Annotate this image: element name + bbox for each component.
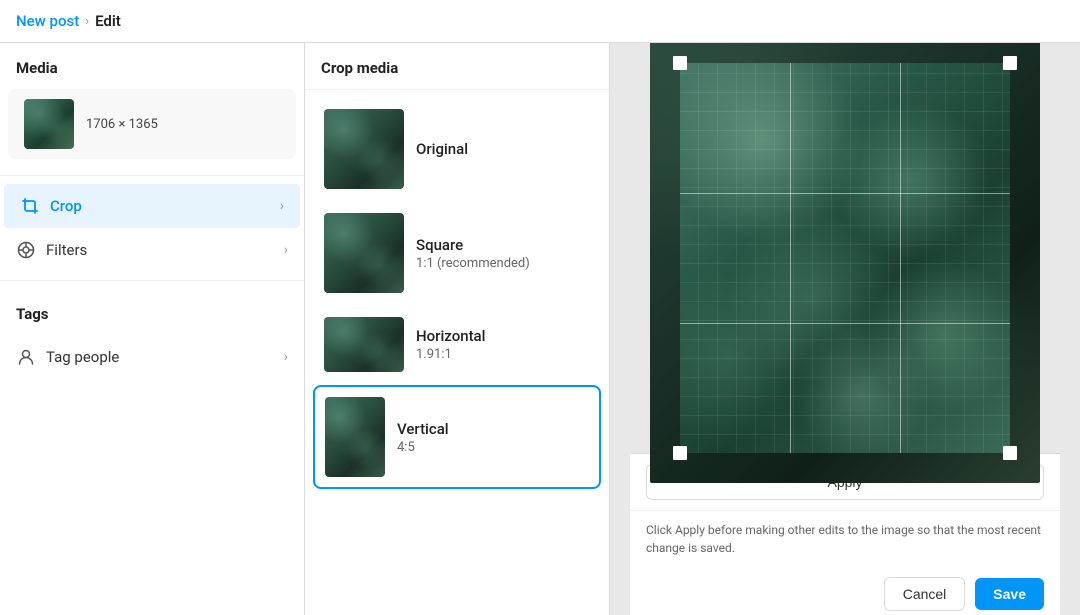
crop-handle-bl[interactable] [673,446,687,460]
menu-item-tag-people[interactable]: Tag people › [0,335,304,379]
crop-option-horizontal[interactable]: Horizontal 1.91:1 [313,306,601,383]
crop-handle-br[interactable] [1003,446,1017,460]
middle-panel: Crop media Original Square 1:1 (recommen… [305,43,610,615]
media-section-title: Media [0,59,304,89]
image-preview-container [630,63,1060,453]
vertical-info: Vertical 4:5 [397,420,589,455]
main-layout: Media 1706 × 1365 Crop › [0,43,1080,615]
square-ratio: 1:1 (recommended) [416,256,590,271]
original-name: Original [416,140,590,158]
menu-item-crop[interactable]: Crop › [4,184,300,228]
crop-box[interactable] [680,63,1010,453]
crop-grid [680,63,1010,453]
tag-people-icon [16,347,36,367]
media-preview: 1706 × 1365 [8,89,296,159]
vertical-ratio: 4:5 [397,440,589,455]
action-row: Cancel Save [630,567,1060,615]
grid-line-h2 [680,323,1010,324]
left-panel: Media 1706 × 1365 Crop › [0,43,305,615]
crop-option-original[interactable]: Original [313,98,601,200]
menu-item-crop-left: Crop [20,196,82,216]
filters-chevron-icon: › [284,242,288,258]
grid-line-v1 [790,63,791,453]
tag-people-chevron-icon: › [284,349,288,365]
menu-item-filters-left: Filters [16,240,87,260]
horizontal-info: Horizontal 1.91:1 [416,327,590,362]
square-info: Square 1:1 (recommended) [416,236,590,271]
horizontal-name: Horizontal [416,327,590,345]
menu-item-filters[interactable]: Filters › [0,228,304,272]
square-thumb [324,213,404,293]
crop-option-vertical[interactable]: Vertical 4:5 [313,385,601,489]
crop-handle-tr[interactable] [1003,56,1017,70]
crop-handle-tl[interactable] [673,56,687,70]
media-thumb-image [24,99,74,149]
horizontal-thumb [324,317,404,372]
divider-2 [0,280,304,281]
top-bar: New post › Edit [0,0,1080,43]
menu-item-tag-people-left: Tag people [16,347,119,367]
vertical-thumb [325,397,385,477]
original-thumb [324,109,404,189]
crop-option-square[interactable]: Square 1:1 (recommended) [313,202,601,304]
image-crop-wrapper [680,63,1010,453]
save-button[interactable]: Save [975,578,1044,610]
divider-1 [0,175,304,176]
crop-chevron-icon: › [280,198,284,214]
crop-media-title: Crop media [305,43,609,90]
right-panel: Apply Click Apply before making other ed… [610,43,1080,615]
breadcrumb-edit: Edit [95,12,121,30]
filters-label: Filters [46,241,87,259]
grid-line-v2 [900,63,901,453]
tags-section-title: Tags [0,305,304,335]
cancel-button[interactable]: Cancel [884,577,966,611]
vertical-name: Vertical [397,420,589,438]
tag-people-label: Tag people [46,348,119,366]
tags-section: Tags Tag people › [0,305,304,379]
breadcrumb-new-post[interactable]: New post [16,12,79,30]
filters-icon [16,240,36,260]
horizontal-ratio: 1.91:1 [416,347,590,362]
media-thumbnail [24,99,74,149]
breadcrumb-separator: › [85,14,89,29]
crop-label: Crop [50,197,82,215]
media-dimensions: 1706 × 1365 [86,117,158,132]
apply-note: Click Apply before making other edits to… [630,511,1060,567]
original-info: Original [416,140,590,158]
grid-line-h1 [680,193,1010,194]
square-name: Square [416,236,590,254]
crop-options-list: Original Square 1:1 (recommended) [305,90,609,499]
crop-icon [20,196,40,216]
